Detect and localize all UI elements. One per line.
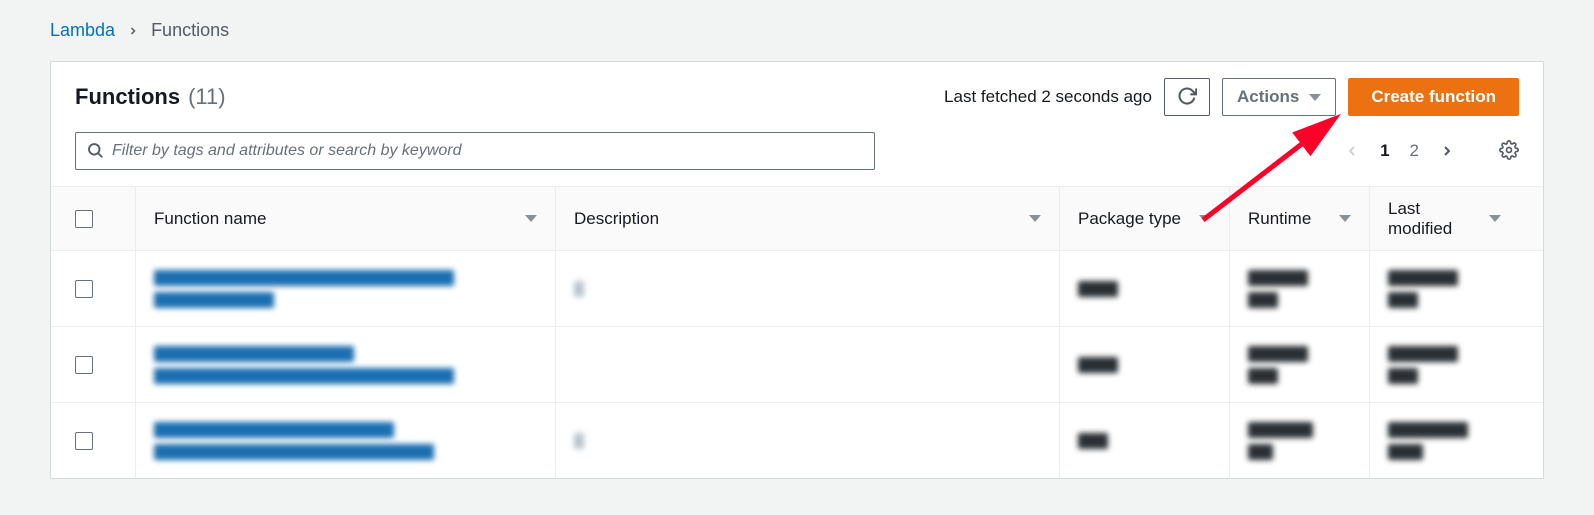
caret-down-icon [1309, 94, 1321, 101]
redacted-content [1248, 270, 1308, 308]
sort-icon[interactable] [1029, 215, 1041, 222]
redacted-content [1248, 422, 1313, 460]
col-header-name[interactable]: Function name [154, 209, 266, 229]
page-number-2[interactable]: 2 [1410, 141, 1419, 161]
redacted-content [1078, 281, 1118, 297]
settings-button[interactable] [1499, 140, 1519, 163]
item-count: (11) [188, 84, 226, 110]
redacted-content [154, 346, 454, 384]
page-prev[interactable] [1344, 143, 1360, 159]
functions-panel: Functions (11) Last fetched 2 seconds ag… [50, 61, 1544, 479]
actions-dropdown[interactable]: Actions [1222, 78, 1336, 116]
col-header-runtime[interactable]: Runtime [1248, 209, 1311, 229]
redacted-content [574, 433, 584, 449]
sort-icon[interactable] [525, 215, 537, 222]
gear-icon [1499, 140, 1519, 163]
col-header-modified[interactable]: Last modified [1388, 199, 1489, 239]
redacted-content [1388, 270, 1458, 308]
refresh-button[interactable] [1164, 78, 1210, 116]
redacted-content [574, 281, 584, 297]
redacted-content [1078, 357, 1118, 373]
search-input[interactable] [112, 142, 864, 160]
col-header-package[interactable]: Package type [1078, 209, 1181, 229]
functions-table: Function name Description Package type R… [51, 186, 1543, 478]
table-header: Function name Description Package type R… [51, 186, 1543, 250]
breadcrumb: Lambda Functions [50, 20, 1544, 41]
row-checkbox[interactable] [75, 280, 93, 298]
table-row[interactable] [51, 326, 1543, 402]
paginator: 1 2 [1344, 140, 1519, 163]
row-checkbox[interactable] [75, 356, 93, 374]
search-box[interactable] [75, 132, 875, 170]
redacted-content [154, 422, 434, 460]
redacted-content [1388, 346, 1458, 384]
redacted-content [1248, 346, 1308, 384]
refresh-icon [1177, 86, 1197, 109]
redacted-content [154, 270, 454, 308]
sort-icon[interactable] [1339, 215, 1351, 222]
col-header-description[interactable]: Description [574, 209, 659, 229]
chevron-right-icon [127, 25, 139, 37]
breadcrumb-current: Functions [151, 20, 229, 41]
create-function-button[interactable]: Create function [1348, 78, 1519, 116]
page-next[interactable] [1439, 143, 1455, 159]
select-all-checkbox[interactable] [75, 210, 93, 228]
actions-label: Actions [1237, 87, 1299, 107]
sort-icon[interactable] [1489, 215, 1501, 222]
redacted-content [1078, 433, 1108, 449]
table-row[interactable] [51, 402, 1543, 478]
last-fetched-label: Last fetched 2 seconds ago [944, 87, 1152, 107]
breadcrumb-root[interactable]: Lambda [50, 20, 115, 41]
row-checkbox[interactable] [75, 432, 93, 450]
table-row[interactable] [51, 250, 1543, 326]
redacted-content [1388, 422, 1468, 460]
search-icon [86, 141, 104, 162]
page-number-1[interactable]: 1 [1380, 141, 1389, 161]
sort-icon[interactable] [1199, 215, 1211, 222]
page-title: Functions [75, 84, 180, 110]
